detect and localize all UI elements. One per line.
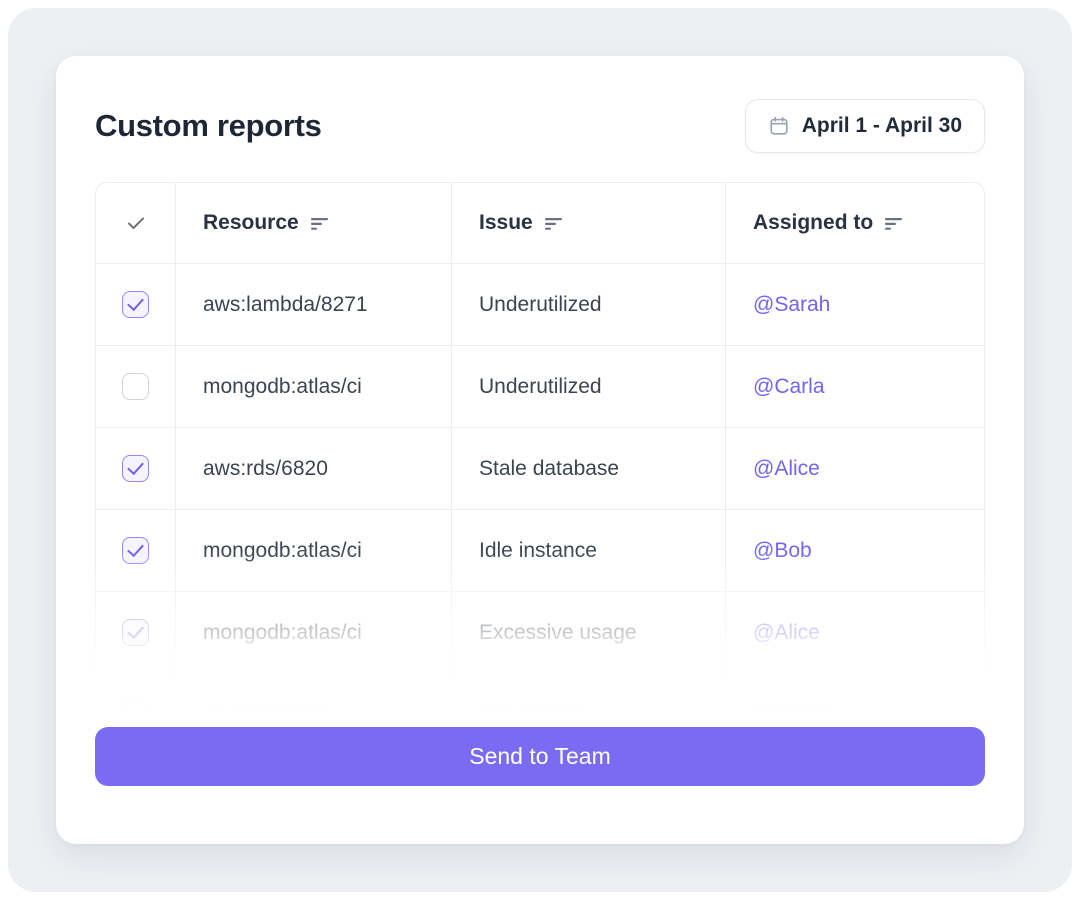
assigned-mention[interactable]: @Sarah bbox=[726, 674, 984, 712]
row-checkbox[interactable] bbox=[122, 701, 149, 712]
table-row: aws:rds/6820 Stale database @Alice bbox=[96, 427, 984, 509]
issue-cell: Excessive usage bbox=[452, 592, 726, 673]
issue-cell: Underutilized bbox=[452, 346, 726, 427]
assigned-mention[interactable]: @Alice bbox=[726, 428, 984, 509]
check-icon bbox=[126, 215, 146, 231]
page-title: Custom reports bbox=[95, 108, 322, 144]
header-issue-label: Issue bbox=[479, 211, 533, 235]
header-issue[interactable]: Issue bbox=[452, 183, 726, 263]
resource-cell: mongodb:atlas/ci bbox=[176, 346, 452, 427]
sort-icon bbox=[311, 217, 330, 231]
header-assigned-label: Assigned to bbox=[753, 211, 873, 235]
table-row: mongodb:atlas/ci Idle instance @Bob bbox=[96, 509, 984, 591]
issue-cell: Idle instance bbox=[452, 674, 726, 712]
row-checkbox[interactable] bbox=[122, 291, 149, 318]
resource-cell: aws:rds/8168 bbox=[176, 674, 452, 712]
resource-cell: aws:rds/6820 bbox=[176, 428, 452, 509]
header-resource-label: Resource bbox=[203, 211, 299, 235]
assigned-mention[interactable]: @Carla bbox=[726, 346, 984, 427]
table-row: mongodb:atlas/ci Underutilized @Carla bbox=[96, 345, 984, 427]
resource-cell: aws:lambda/8271 bbox=[176, 264, 452, 345]
issue-cell: Idle instance bbox=[452, 510, 726, 591]
row-checkbox[interactable] bbox=[122, 373, 149, 400]
custom-reports-card: Custom reports April 1 - April 30 bbox=[56, 56, 1024, 844]
assigned-mention[interactable]: @Sarah bbox=[726, 264, 984, 345]
assigned-mention[interactable]: @Bob bbox=[726, 510, 984, 591]
row-checkbox[interactable] bbox=[122, 537, 149, 564]
calendar-icon bbox=[768, 115, 790, 137]
header-select-all[interactable] bbox=[96, 183, 176, 263]
reports-table: Resource Issue Assigne bbox=[95, 182, 985, 712]
date-range-button[interactable]: April 1 - April 30 bbox=[745, 99, 985, 153]
resource-cell: mongodb:atlas/ci bbox=[176, 510, 452, 591]
table-row: aws:rds/8168 Idle instance @Sarah bbox=[96, 673, 984, 712]
issue-cell: Underutilized bbox=[452, 264, 726, 345]
resource-cell: mongodb:atlas/ci bbox=[176, 592, 452, 673]
table-row: mongodb:atlas/ci Excessive usage @Alice bbox=[96, 591, 984, 673]
assigned-mention[interactable]: @Alice bbox=[726, 592, 984, 673]
sort-icon bbox=[885, 217, 904, 231]
row-checkbox[interactable] bbox=[122, 455, 149, 482]
header-assigned[interactable]: Assigned to bbox=[726, 183, 984, 263]
header-resource[interactable]: Resource bbox=[176, 183, 452, 263]
table-row: aws:lambda/8271 Underutilized @Sarah bbox=[96, 263, 984, 345]
table-header-row: Resource Issue Assigne bbox=[96, 183, 984, 263]
send-to-team-button[interactable]: Send to Team bbox=[95, 727, 985, 786]
row-checkbox[interactable] bbox=[122, 619, 149, 646]
issue-cell: Stale database bbox=[452, 428, 726, 509]
sort-icon bbox=[545, 217, 564, 231]
date-range-label: April 1 - April 30 bbox=[802, 114, 962, 138]
card-header: Custom reports April 1 - April 30 bbox=[95, 56, 985, 154]
